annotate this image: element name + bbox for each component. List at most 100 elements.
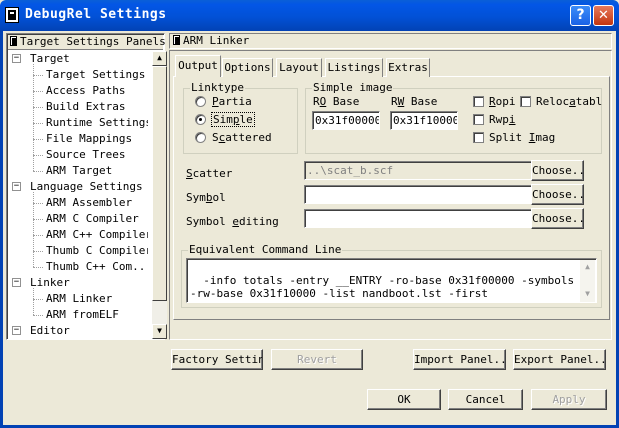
- tree-item[interactable]: ARM Assembler: [46, 195, 132, 211]
- checkbox-label-post: tabl: [575, 95, 603, 108]
- tab-output[interactable]: Output: [175, 55, 221, 77]
- equivalent-command-label: Equivalent Command Line: [188, 243, 343, 257]
- scatter-choose-button[interactable]: Choose...: [531, 160, 584, 181]
- tree-item-label: ARM Target: [46, 164, 113, 177]
- radio-icon[interactable]: [195, 96, 206, 107]
- tree-item[interactable]: File Mappings: [46, 131, 132, 147]
- tree-item[interactable]: ARM Target: [46, 163, 112, 179]
- collapse-icon[interactable]: −: [12, 278, 21, 287]
- tab-layout[interactable]: Layout: [276, 58, 322, 77]
- collapse-icon[interactable]: −: [12, 54, 21, 63]
- symbol-editing-input[interactable]: [304, 209, 532, 228]
- tree-item-label: ARM Assembler: [46, 196, 133, 209]
- chevron-down-icon[interactable]: ▼: [580, 287, 595, 302]
- symbol-input[interactable]: [304, 185, 532, 204]
- tree-item[interactable]: Runtime Settings: [46, 115, 148, 131]
- chevron-up-icon[interactable]: ▲: [580, 260, 595, 275]
- checkbox-label-pre: Split: [489, 131, 529, 144]
- tree-item-label: Source Trees: [46, 148, 126, 161]
- radio-label-post: le: [239, 113, 253, 126]
- tree-connector: [33, 64, 34, 171]
- tree-item[interactable]: ARM fromELF: [46, 307, 119, 323]
- symbol-editing-choose-button[interactable]: Choose...: [531, 208, 584, 229]
- tree-item[interactable]: ARM C++ Compiler: [46, 227, 148, 243]
- scroll-thumb[interactable]: [152, 66, 167, 301]
- cancel-button[interactable]: Cancel: [448, 389, 523, 410]
- label-post: Base: [404, 95, 438, 108]
- tab-options[interactable]: Options: [222, 58, 273, 77]
- checkbox-split-image[interactable]: Split Imag: [473, 130, 555, 146]
- checkbox-icon[interactable]: [520, 96, 531, 107]
- tree-panel-header: Target Settings Panels: [8, 35, 166, 50]
- chevron-up-icon: ▲: [157, 53, 162, 62]
- radio-label-pre: Sim: [213, 113, 233, 126]
- tree-item[interactable]: Access Paths: [46, 83, 125, 99]
- tree-category[interactable]: Target: [30, 51, 70, 67]
- import-panel-button[interactable]: Import Panel...: [413, 349, 506, 370]
- scroll-down-button[interactable]: ▼: [152, 324, 167, 339]
- radio-partial[interactable]: Partia: [195, 94, 252, 110]
- help-button[interactable]: ?: [570, 5, 591, 26]
- radio-simple[interactable]: Simple: [195, 112, 255, 128]
- tree-category[interactable]: Linker: [30, 275, 70, 291]
- export-panel-button[interactable]: Export Panel...: [513, 349, 606, 370]
- checkbox-ropi[interactable]: Ropi: [473, 94, 516, 110]
- tree-item[interactable]: Build Extras: [46, 99, 125, 115]
- rw-base-label: RW Base: [391, 95, 437, 109]
- tree-item-label: File Mappings: [46, 132, 133, 145]
- checkbox-icon[interactable]: [473, 132, 484, 143]
- linktype-label: Linktype: [190, 81, 245, 95]
- tree-item[interactable]: Thumb C++ Com...: [46, 259, 148, 275]
- tree-connector: [33, 155, 43, 156]
- tree-category[interactable]: Language Settings: [30, 179, 143, 195]
- tree-connector: [33, 171, 43, 172]
- tree-item[interactable]: Target Settings: [46, 67, 145, 83]
- scatter-input[interactable]: ..\scat_b.scf: [304, 161, 532, 180]
- tree-connector: [33, 123, 43, 124]
- tab-label: Output: [178, 59, 218, 72]
- checkbox-icon[interactable]: [473, 96, 484, 107]
- tree-item[interactable]: ARM Linker: [46, 291, 112, 307]
- factory-settings-button[interactable]: Factory Settings: [171, 349, 263, 370]
- checkbox-relocatable[interactable]: Relocatabl: [520, 94, 602, 110]
- close-button[interactable]: ✕: [593, 5, 614, 26]
- app-icon: [5, 7, 19, 23]
- checkbox-icon[interactable]: [473, 114, 484, 125]
- label-post: Base: [326, 95, 360, 108]
- command-line-text[interactable]: -info totals -entry __ENTRY -ro-base 0x3…: [186, 258, 597, 303]
- tab-label: Extras: [388, 61, 428, 74]
- tree-item[interactable]: Thumb C Compiler: [46, 243, 148, 259]
- tree-item-label: Editor: [30, 324, 70, 337]
- settings-tree[interactable]: − Target Target Settings Access Paths Build …: [8, 51, 148, 338]
- collapse-icon[interactable]: −: [12, 326, 21, 335]
- label-key: e: [232, 215, 239, 228]
- scroll-up-button[interactable]: ▲: [152, 51, 167, 66]
- checkbox-rwpi[interactable]: Rwpi: [473, 112, 516, 128]
- tree-item-label: Thumb C Compiler: [46, 244, 148, 257]
- tree-category[interactable]: Editor: [30, 323, 70, 338]
- radio-icon[interactable]: [195, 132, 206, 143]
- symbol-choose-button[interactable]: Choose...: [531, 184, 584, 205]
- collapse-icon[interactable]: −: [12, 182, 21, 191]
- rw-base-input[interactable]: 0x31f10000: [390, 111, 458, 130]
- scatter-label: Scatter: [186, 167, 232, 181]
- tree-scrollbar[interactable]: ▲ ▼: [152, 51, 167, 339]
- tree-connector: [33, 192, 34, 267]
- tree-item[interactable]: Source Trees: [46, 147, 125, 163]
- ro-base-input[interactable]: 0x31f00000: [312, 111, 380, 130]
- tree-item[interactable]: ARM C Compiler: [46, 211, 139, 227]
- title-bar[interactable]: DebugRel Settings ? ✕: [0, 0, 619, 31]
- apply-button[interactable]: Apply: [531, 389, 607, 410]
- window-title: DebugRel Settings: [25, 7, 167, 22]
- revert-button[interactable]: Revert: [271, 349, 363, 370]
- tab-extras[interactable]: Extras: [386, 58, 430, 77]
- tree-connector: [33, 299, 43, 300]
- tree-connector: [33, 91, 43, 92]
- ok-button[interactable]: OK: [367, 389, 441, 410]
- panel-header: ARM Linker: [169, 33, 612, 49]
- tab-listings[interactable]: Listings: [325, 58, 383, 77]
- command-line-scrollbar[interactable]: ▲ ▼: [580, 260, 595, 302]
- radio-scattered[interactable]: Scattered: [195, 130, 272, 146]
- tree-item-label: ARM C++ Compiler: [46, 228, 148, 241]
- radio-icon[interactable]: [195, 114, 206, 125]
